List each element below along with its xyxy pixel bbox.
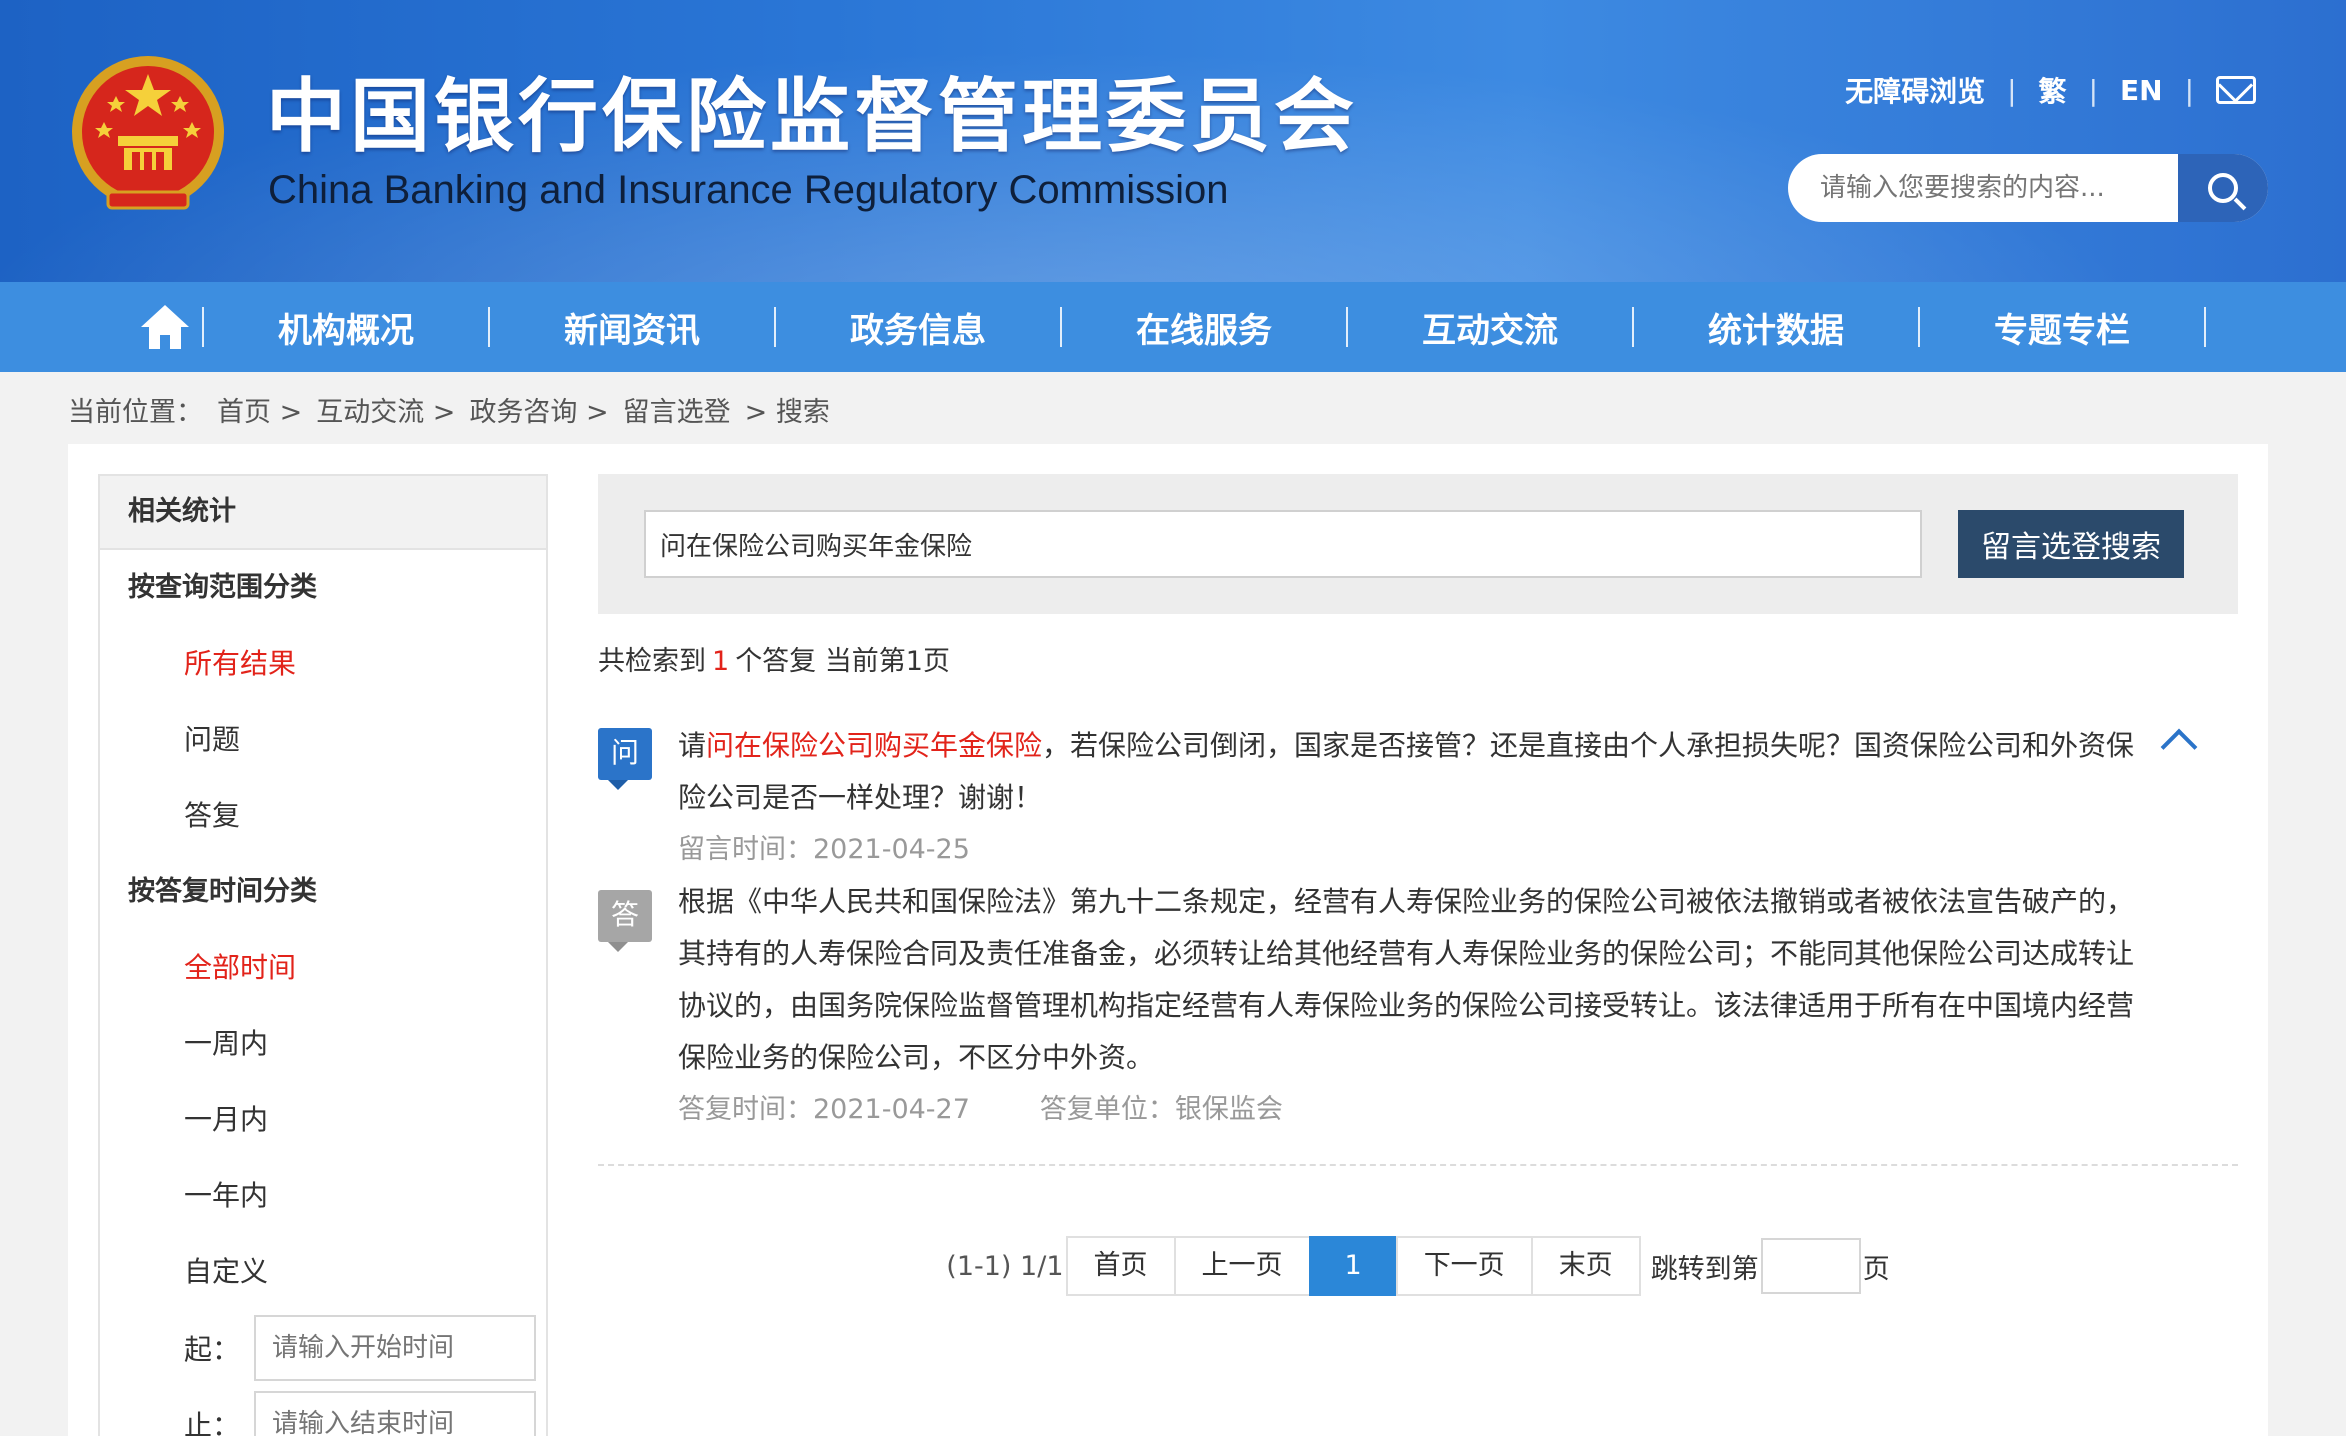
breadcrumb-consultation[interactable]: 政务咨询 > — [469, 390, 608, 429]
english-link[interactable]: EN — [2120, 74, 2163, 107]
result-item: 问 请问在保险公司购买年金保险，若保险公司倒闭，国家是否接管？还是直接由个人承担… — [598, 720, 2238, 1166]
breadcrumb-interaction[interactable]: 互动交流 > — [316, 390, 455, 429]
nav-item-news[interactable]: 新闻资讯 — [490, 303, 774, 352]
national-emblem-icon — [72, 56, 224, 210]
nav-item-statistics[interactable]: 统计数据 — [1634, 303, 1918, 352]
message-search-button[interactable]: 留言选登搜索 — [1958, 510, 2184, 578]
nav-item-government-info[interactable]: 政务信息 — [776, 303, 1060, 352]
mail-icon[interactable] — [2216, 76, 2256, 104]
question-time: 2021-04-25 — [813, 834, 970, 865]
filter-questions[interactable]: 问题 — [100, 702, 546, 778]
answer-time: 2021-04-27 — [813, 1094, 970, 1125]
time-group-heading: 按答复时间分类 — [128, 876, 317, 907]
next-page-button[interactable]: 下一页 — [1395, 1236, 1533, 1296]
site-title-en[interactable]: China Banking and Insurance Regulatory C… — [268, 168, 1229, 213]
pagination-info: (1-1) 1/1 — [946, 1250, 1064, 1282]
sidebar-title: 相关统计 — [100, 476, 546, 550]
breadcrumb-home[interactable]: 首页 > — [217, 390, 302, 429]
stats-sidebar: 相关统计 按查询范围分类 所有结果 问题 答复 按答复时间分类 全部时间 一周内… — [98, 474, 548, 1436]
end-date-label: 止： — [184, 1409, 241, 1436]
jump-page-input[interactable] — [1760, 1238, 1861, 1294]
site-title-cn[interactable]: 中国银行保险监督管理委员会 — [266, 52, 1358, 168]
question-highlight: 问在保险公司购买年金保险 — [706, 729, 1043, 762]
start-date-label: 起： — [184, 1333, 241, 1366]
result-summary: 共检索到 1 个答复 当前第1页 — [598, 646, 950, 677]
question-text[interactable]: 请问在保险公司购买年金保险，若保险公司倒闭，国家是否接管？还是直接由个人承担损失… — [678, 720, 2138, 824]
main-nav: 机构概况 新闻资讯 政务信息 在线服务 互动交流 统计数据 专题专栏 — [0, 282, 2346, 372]
filter-all-time[interactable]: 全部时间 — [100, 930, 546, 1006]
answer-meta: 答复时间：2021-04-27 答复单位：银保监会 — [678, 1094, 1283, 1125]
message-search-panel: 留言选登搜索 — [598, 474, 2238, 614]
nav-home[interactable] — [128, 282, 202, 372]
result-count: 1 — [712, 646, 730, 677]
message-search-input[interactable] — [644, 510, 1922, 578]
end-date-input[interactable] — [254, 1391, 536, 1436]
question-meta: 留言时间：2021-04-25 — [678, 834, 970, 865]
chevron-up-icon[interactable] — [2160, 728, 2198, 766]
filter-year[interactable]: 一年内 — [100, 1158, 546, 1234]
nav-item-interaction[interactable]: 互动交流 — [1348, 303, 1632, 352]
nav-item-special-topics[interactable]: 专题专栏 — [1920, 303, 2204, 352]
site-search-input[interactable] — [1788, 154, 2178, 222]
first-page-button[interactable]: 首页 — [1065, 1236, 1176, 1296]
last-page-button[interactable]: 末页 — [1530, 1236, 1641, 1296]
nav-item-online-service[interactable]: 在线服务 — [1062, 303, 1346, 352]
filter-week[interactable]: 一周内 — [100, 1006, 546, 1082]
filter-month[interactable]: 一月内 — [100, 1082, 546, 1158]
pagination: (1-1) 1/1 首页 上一页 1 下一页 末页 跳转到第 页 — [598, 1236, 2238, 1296]
top-links: 无障碍浏览 | 繁 | EN | — [1845, 70, 2256, 110]
accessibility-link[interactable]: 无障碍浏览 — [1845, 70, 1985, 110]
answer-unit: 银保监会 — [1174, 1094, 1283, 1125]
breadcrumb-search: > 搜索 — [744, 397, 830, 428]
current-page-text: 1页 — [905, 646, 950, 677]
search-icon — [2208, 173, 2238, 203]
filter-custom[interactable]: 自定义 — [100, 1234, 546, 1310]
prev-page-button[interactable]: 上一页 — [1173, 1236, 1311, 1296]
filter-answers[interactable]: 答复 — [100, 778, 546, 854]
home-icon — [140, 305, 190, 349]
breadcrumb-label: 当前位置： — [68, 397, 203, 428]
start-date-row: 起： — [100, 1310, 546, 1386]
jump-suffix: 页 — [1862, 1253, 1890, 1285]
site-search-box — [1788, 154, 2268, 222]
breadcrumb: 当前位置： 首页 > 互动交流 > 政务咨询 > 留言选登 > 搜索 — [68, 390, 844, 429]
site-search-button[interactable] — [2178, 154, 2268, 222]
site-header: 中国银行保险监督管理委员会 China Banking and Insuranc… — [0, 0, 2346, 282]
end-date-row: 止： — [100, 1386, 546, 1436]
breadcrumb-messages[interactable]: 留言选登 — [623, 390, 731, 429]
jump-label: 跳转到第 — [1650, 1253, 1759, 1285]
start-date-input[interactable] — [254, 1315, 536, 1381]
current-page-button[interactable]: 1 — [1308, 1236, 1398, 1296]
results-content: 留言选登搜索 共检索到1个答复 当前第1页 问 请问在保险公司购买年金保险，若保… — [598, 474, 2238, 1296]
answer-badge: 答 — [598, 890, 652, 952]
traditional-chinese-link[interactable]: 繁 — [2039, 70, 2067, 110]
answer-text: 根据《中华人民共和国保险法》第九十二条规定，经营有人寿保险业务的保险公司被依法撤… — [678, 885, 2135, 1074]
filter-all-results[interactable]: 所有结果 — [100, 626, 546, 702]
main-panel: 相关统计 按查询范围分类 所有结果 问题 答复 按答复时间分类 全部时间 一周内… — [68, 444, 2268, 1436]
scope-group-heading: 按查询范围分类 — [128, 572, 317, 603]
question-badge: 问 — [598, 728, 652, 790]
nav-item-overview[interactable]: 机构概况 — [204, 303, 488, 352]
